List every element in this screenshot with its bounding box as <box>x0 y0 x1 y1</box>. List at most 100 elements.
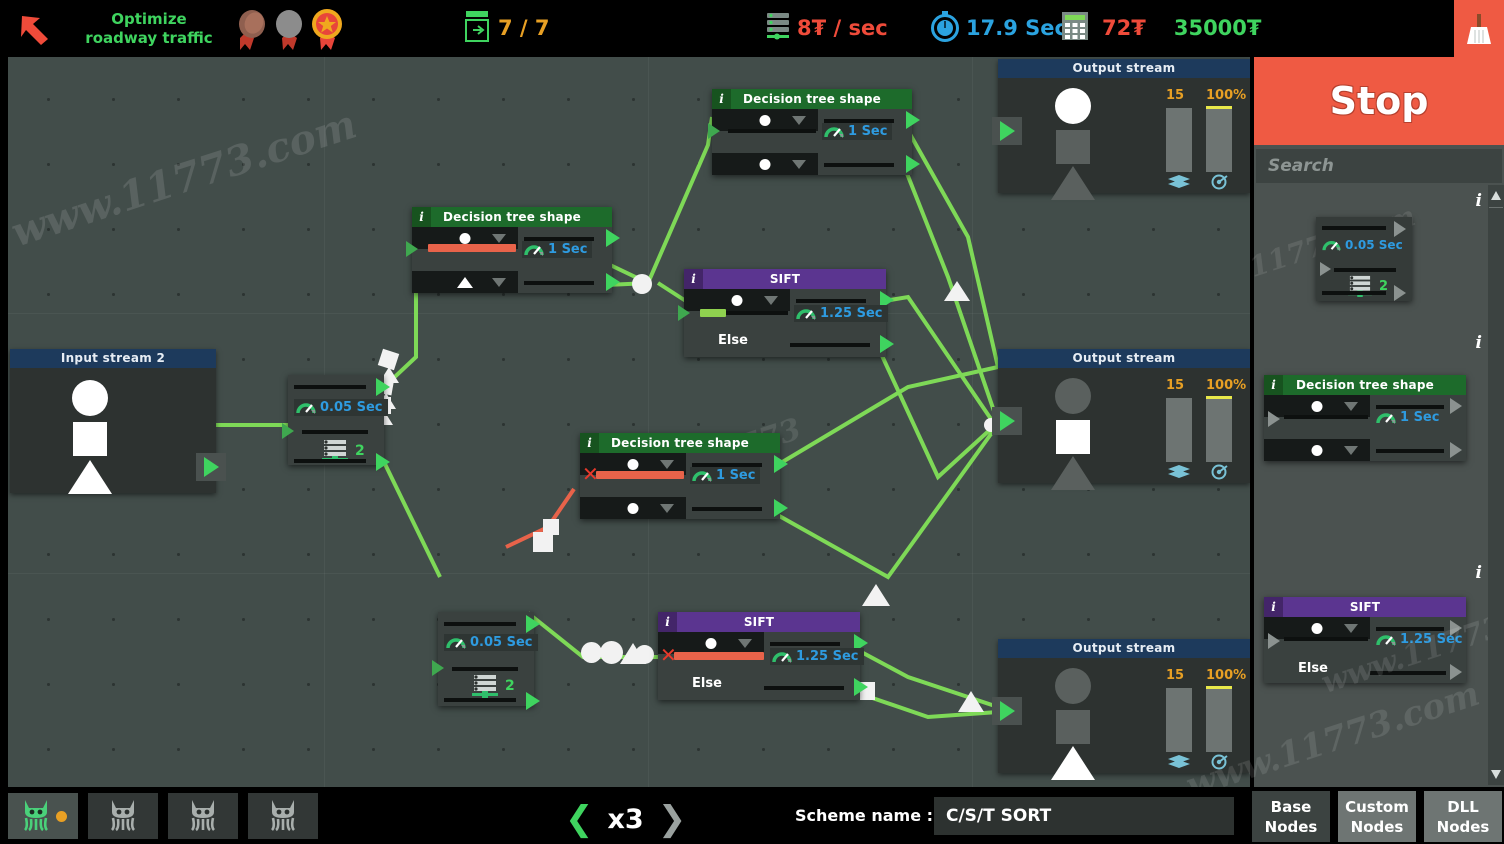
chevron-down-icon[interactable] <box>1344 446 1358 455</box>
scheme-name-input[interactable]: C/S/T SORT <box>934 797 1234 835</box>
chevron-down-icon[interactable] <box>792 116 806 125</box>
info-icon[interactable]: i <box>580 433 599 453</box>
input-port[interactable] <box>282 423 294 439</box>
info-icon[interactable]: i <box>684 269 703 289</box>
info-icon[interactable]: i <box>1476 191 1482 211</box>
input-stream-panel[interactable]: Input stream 2 <box>10 349 216 493</box>
palette-splitter-node[interactable]: 0.05 Sec 2 <box>1316 217 1412 301</box>
palette-sift-node[interactable]: i SIFT 1.25 Sec Else <box>1264 597 1466 683</box>
output-port[interactable] <box>774 455 788 473</box>
output-port[interactable] <box>1394 285 1406 301</box>
output-port[interactable] <box>1450 398 1462 414</box>
output-port[interactable] <box>376 453 390 471</box>
output-stream-panel[interactable]: Output stream 15 100% <box>998 349 1250 483</box>
delay-display[interactable]: 1 Sec <box>690 467 760 484</box>
output-port[interactable] <box>376 378 390 396</box>
scroll-up-arrow-icon[interactable] <box>1491 191 1501 200</box>
input-port[interactable] <box>678 305 690 321</box>
chevron-down-icon[interactable] <box>1344 402 1358 411</box>
output-port[interactable] <box>1450 442 1462 458</box>
tab-dll-nodes[interactable]: DLL Nodes <box>1424 791 1502 842</box>
delay-display[interactable]: 1 Sec <box>522 241 592 258</box>
chevron-right-icon[interactable]: ❯ <box>658 799 687 839</box>
delay-display[interactable]: 0.05 Sec <box>294 399 388 416</box>
back-arrow-icon[interactable] <box>18 12 54 46</box>
broom-clear-icon[interactable] <box>1454 0 1504 57</box>
chevron-down-icon[interactable] <box>738 639 752 648</box>
input-port[interactable] <box>1268 411 1280 427</box>
info-icon[interactable]: i <box>412 207 431 227</box>
palette-scrollbar[interactable] <box>1488 185 1504 785</box>
output-port[interactable] <box>854 678 868 696</box>
speed-control[interactable]: ❮ x3 ❯ <box>565 799 686 839</box>
shape-selector[interactable] <box>712 153 818 175</box>
delay-display[interactable]: 1 Sec <box>822 123 892 140</box>
scheme-slot-3[interactable] <box>168 793 238 839</box>
chevron-down-icon[interactable] <box>492 278 506 287</box>
scheme-slot-1[interactable] <box>8 793 78 839</box>
delay-display[interactable]: 1.25 Sec <box>794 305 888 322</box>
tab-custom-nodes[interactable]: Custom Nodes <box>1338 791 1416 842</box>
output-port[interactable] <box>606 273 620 291</box>
decision-tree-node[interactable]: i Decision tree shape ✕ 1 Sec <box>580 433 780 519</box>
delay-display[interactable]: 0.05 Sec <box>1320 237 1408 253</box>
chevron-down-icon[interactable] <box>660 504 674 513</box>
output-port[interactable] <box>1450 664 1462 680</box>
chevron-down-icon[interactable] <box>792 160 806 169</box>
input-port[interactable] <box>992 117 1022 145</box>
input-port[interactable] <box>432 660 444 676</box>
scrollbar-thumb[interactable] <box>1489 207 1503 208</box>
search-input[interactable]: Search <box>1256 149 1502 183</box>
output-port[interactable] <box>1394 221 1406 237</box>
chevron-down-icon[interactable] <box>660 460 674 469</box>
shape-selector[interactable] <box>712 109 818 131</box>
info-icon[interactable]: i <box>658 612 677 632</box>
scroll-down-arrow-icon[interactable] <box>1491 770 1501 779</box>
chevron-down-icon[interactable] <box>1344 624 1358 633</box>
output-port[interactable] <box>880 335 894 353</box>
sift-node[interactable]: i SIFT ✕ 1.25 Sec Else <box>658 612 860 700</box>
output-port[interactable] <box>774 499 788 517</box>
output-port[interactable] <box>526 692 540 710</box>
shape-selector[interactable] <box>1264 439 1370 461</box>
node-palette[interactable]: 11773.com i 0.05 Sec <box>1256 185 1488 785</box>
chevron-down-icon[interactable] <box>764 296 778 305</box>
chevron-down-icon[interactable] <box>492 234 506 243</box>
tab-base-nodes[interactable]: Base Nodes <box>1252 791 1330 842</box>
input-port[interactable] <box>406 241 418 257</box>
delay-display[interactable]: 0.05 Sec <box>444 634 538 651</box>
scheme-slot-2[interactable] <box>88 793 158 839</box>
delay-display[interactable]: 1.25 Sec <box>770 648 864 665</box>
output-stream-panel[interactable]: Output stream 15 100% <box>998 59 1250 193</box>
sift-node[interactable]: i SIFT 1.25 Sec Else <box>684 269 886 357</box>
decision-tree-node[interactable]: i Decision tree shape 1 Sec <box>712 89 912 175</box>
scheme-slot-4[interactable] <box>248 793 318 839</box>
input-port[interactable] <box>1268 633 1280 649</box>
info-icon[interactable]: i <box>1264 597 1283 617</box>
palette-decision-node[interactable]: i Decision tree shape 1 Sec <box>1264 375 1466 461</box>
output-port[interactable] <box>906 155 920 173</box>
shape-selector[interactable] <box>684 289 790 311</box>
output-port[interactable] <box>606 229 620 247</box>
input-port[interactable] <box>708 123 720 139</box>
delay-display[interactable]: 1.25 Sec <box>1374 631 1468 648</box>
shape-selector[interactable] <box>412 271 518 293</box>
output-port[interactable] <box>196 453 226 481</box>
count-control[interactable]: 2 <box>470 674 515 698</box>
node-graph-canvas[interactable]: www.11773.com 11773 <box>8 57 1250 787</box>
shape-selector[interactable] <box>580 497 686 519</box>
splitter-node[interactable]: 0.05 Sec 2 <box>288 375 384 465</box>
decision-tree-node[interactable]: i Decision tree shape 1 Sec <box>412 207 612 293</box>
info-icon[interactable]: i <box>1476 333 1482 353</box>
splitter-node[interactable]: 0.05 Sec 2 <box>438 612 534 706</box>
output-stream-panel[interactable]: Output stream 15 100% <box>998 639 1250 773</box>
stop-button[interactable]: Stop <box>1254 57 1504 145</box>
info-icon[interactable]: i <box>712 89 731 109</box>
info-icon[interactable]: i <box>1264 375 1283 395</box>
delay-display[interactable]: 1 Sec <box>1374 409 1444 426</box>
input-port[interactable] <box>992 697 1022 725</box>
output-port[interactable] <box>526 615 540 633</box>
output-port[interactable] <box>906 111 920 129</box>
input-port[interactable] <box>992 407 1022 435</box>
info-icon[interactable]: i <box>1476 563 1482 583</box>
